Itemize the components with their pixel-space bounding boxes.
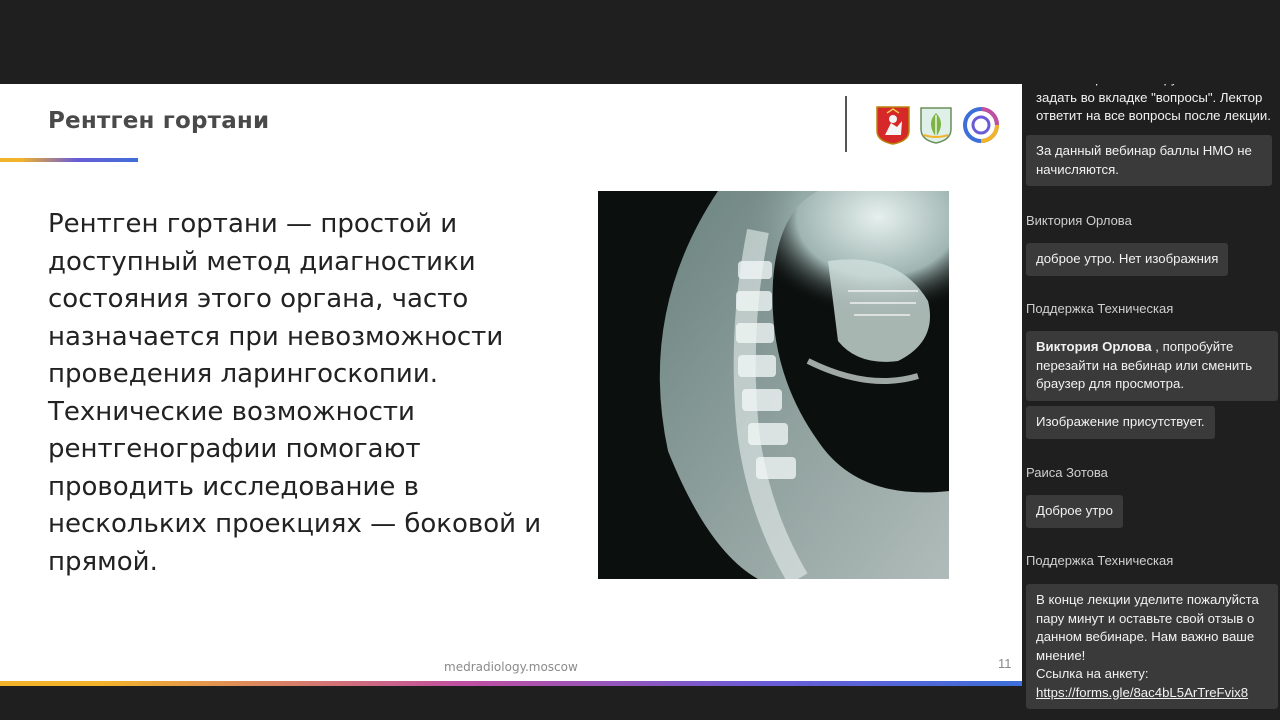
title-underline xyxy=(0,158,138,162)
medical-emblem-icon xyxy=(920,107,952,144)
chat-message-text: доброе утро. Нет изображния xyxy=(1036,251,1219,266)
presentation-slide: Рентген гортани Рентген гортани — просто… xyxy=(0,84,1022,686)
chat-message-text: В конце лекции уделите пожалуйста пару м… xyxy=(1036,592,1259,663)
chat-sender: Раиса Зотова xyxy=(1026,465,1108,480)
chat-message-partial: Ваши вопросы лектору вы можете задать во… xyxy=(1036,84,1271,123)
chat-sender: Поддержка Техническая xyxy=(1026,301,1174,316)
chat-sender: Поддержка Техническая xyxy=(1026,553,1174,568)
chat-message: Изображение присутствует. xyxy=(1026,406,1215,439)
moscow-coat-of-arms-icon xyxy=(876,106,910,145)
chat-sender: Виктория Орлова xyxy=(1026,213,1132,228)
chat-panel[interactable]: Ваши вопросы лектору вы можете задать во… xyxy=(1022,84,1280,720)
chat-message: В конце лекции уделите пожалуйста пару м… xyxy=(1026,584,1278,709)
top-bar xyxy=(0,0,1280,84)
xray-image xyxy=(598,191,949,579)
chat-message: За данный вебинар баллы НМО не начисляют… xyxy=(1026,135,1272,186)
footer-url: medradiology.moscow xyxy=(444,660,578,674)
slide-page-number: 11 xyxy=(998,656,1012,671)
ring-logo-icon xyxy=(963,107,999,143)
chat-mention[interactable]: Виктория Орлова xyxy=(1036,339,1152,354)
chat-message: Виктория Орлова , попробуйте перезайти н… xyxy=(1026,331,1278,401)
chat-message: Доброе утро xyxy=(1026,495,1123,528)
chat-message-text: Изображение присутствует. xyxy=(1036,414,1205,429)
chat-message-text: Доброе утро xyxy=(1036,503,1113,518)
chat-message-text: За данный вебинар баллы НМО не начисляют… xyxy=(1036,143,1252,177)
bottom-bar xyxy=(0,686,1022,720)
logo-divider xyxy=(845,96,847,152)
chat-message: доброе утро. Нет изображния xyxy=(1026,243,1229,276)
slide-title: Рентген гортани xyxy=(48,108,270,134)
survey-link[interactable]: https://forms.gle/8ac4bL5ArTreFvix8 xyxy=(1036,685,1248,700)
chat-link-label: Ссылка на анкету: xyxy=(1036,666,1149,681)
slide-body-text: Рентген гортани — простой и доступный ме… xyxy=(48,209,542,577)
